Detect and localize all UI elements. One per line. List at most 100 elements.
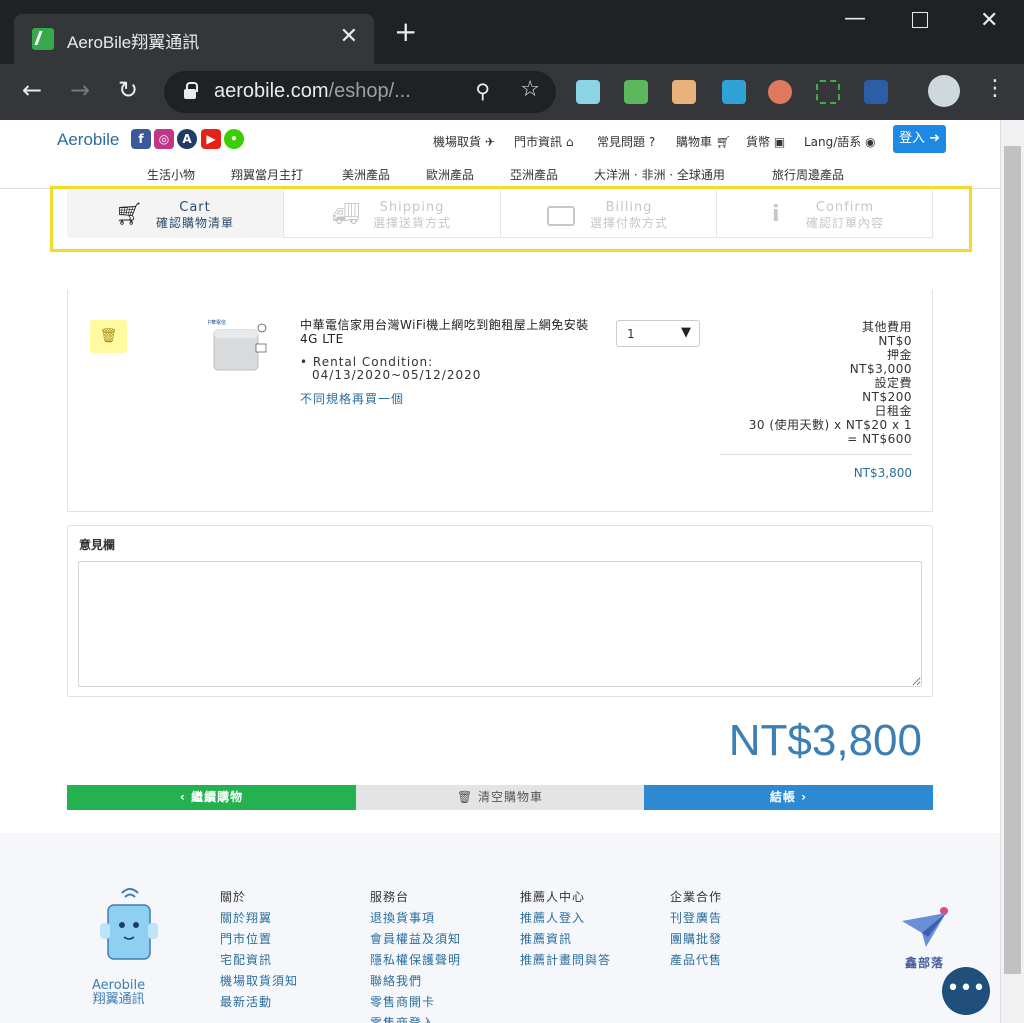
url-text[interactable]: aerobile.com/eshop/...: [214, 80, 411, 103]
nav-airport-pickup[interactable]: 機場取貨 ✈: [433, 133, 495, 150]
item-subtotal: NT$3,800: [853, 466, 912, 480]
extension-7-icon[interactable]: [864, 80, 888, 104]
browser-toolbar: ← → ↻ aerobile.com/eshop/... ⚲ ☆ ⋮: [0, 64, 1024, 120]
remove-item-button[interactable]: 🗑︎: [90, 320, 127, 353]
youtube-icon[interactable]: ▶: [201, 129, 221, 149]
footer-link[interactable]: 推薦人登入: [520, 908, 611, 929]
category-link[interactable]: 亞洲產品: [510, 166, 558, 183]
watermark-label: 鑫部落: [905, 956, 945, 970]
extension-6-icon[interactable]: [816, 80, 840, 104]
clear-cart-button[interactable]: 🗑︎ 清空購物車: [356, 785, 644, 810]
browser-menu-icon[interactable]: ⋮: [984, 78, 1006, 100]
bookmark-star-icon[interactable]: ☆: [520, 77, 540, 102]
aerobile-app-icon[interactable]: A: [177, 129, 197, 149]
address-bar[interactable]: aerobile.com/eshop/... ⚲ ☆: [164, 71, 556, 113]
instagram-icon[interactable]: ◎: [154, 129, 174, 149]
minimize-icon[interactable]: —: [844, 6, 866, 31]
footer-link[interactable]: 零售商登入: [370, 1013, 461, 1023]
category-link[interactable]: 大洋洲 · 非洲 · 全球通用: [594, 166, 725, 183]
chevron-left-icon: ‹: [179, 790, 186, 804]
zoom-icon[interactable]: ⚲: [475, 79, 490, 103]
back-icon[interactable]: ←: [22, 76, 42, 104]
extension-3-icon[interactable]: [672, 80, 696, 104]
comments-label: 意見欄: [79, 538, 116, 552]
steps-highlight-box: [50, 186, 972, 252]
home-icon: ⌂: [565, 135, 574, 149]
footer-link[interactable]: 推薦資訊: [520, 929, 611, 950]
footer-link[interactable]: 退換貨事項: [370, 908, 461, 929]
footer-link[interactable]: 產品代售: [670, 950, 722, 971]
browser-tab-bar: AeroBile翔翼通訊 ✕ + — ✕: [0, 0, 1024, 64]
scrollbar-thumb[interactable]: [1004, 146, 1021, 974]
fee-divider: [720, 454, 912, 455]
product-image: ◉ 中華電信: [208, 319, 267, 371]
footer-link[interactable]: 最新活動: [220, 992, 298, 1013]
nav-faq[interactable]: 常見問題 ?: [597, 133, 655, 150]
page-scrollbar[interactable]: [1000, 120, 1024, 1023]
cart-item-card: 🗑︎ ◉ 中華電信 中華電信家用台灣WiFi機上網吃到飽租屋上網免安裝 4G L…: [67, 290, 933, 512]
nav-cart[interactable]: 購物車 🛒︎: [676, 133, 731, 150]
footer-link[interactable]: 零售商開卡: [370, 992, 461, 1013]
profile-avatar[interactable]: [928, 75, 960, 107]
extension-2-icon[interactable]: [624, 80, 648, 104]
footer-link[interactable]: 團購批發: [670, 929, 722, 950]
reload-icon[interactable]: ↻: [118, 76, 138, 104]
footer-link[interactable]: 聯絡我們: [370, 971, 461, 992]
footer-col-business: 企業合作 刊登廣告 團購批發 產品代售: [670, 887, 722, 971]
footer-link[interactable]: 刊登廣告: [670, 908, 722, 929]
rental-condition: • Rental Condition: 04/13/2020~05/12/202…: [300, 355, 482, 382]
site-logo[interactable]: Aerobile: [57, 130, 119, 150]
nav-currency[interactable]: 貨幣 ▣: [746, 133, 785, 150]
extension-4-icon[interactable]: [722, 80, 746, 104]
aerobile-mascot-icon: [100, 888, 158, 960]
buy-another-spec-link[interactable]: 不同規格再買一個: [300, 390, 404, 407]
money-icon: ▣: [773, 135, 786, 149]
category-link[interactable]: 旅行周邊產品: [772, 166, 844, 183]
cart-small-icon: 🛒︎: [715, 135, 732, 149]
site-footer: Aerobile 翔翼通訊 關於 關於翔翼 門市位置 宅配資訊 機場取貨須知 最…: [0, 833, 1000, 1023]
category-link[interactable]: 翔翼當月主打: [231, 166, 303, 183]
order-total: NT$3,800: [728, 716, 922, 765]
window-close-icon[interactable]: ✕: [980, 8, 998, 33]
footer-col-about: 關於 關於翔翼 門市位置 宅配資訊 機場取貨須知 最新活動: [220, 887, 298, 1013]
web-page: Aerobile f ◎ A ▶ • 機場取貨 ✈ 門市資訊 ⌂ 常見問題 ? …: [0, 120, 1000, 1023]
footer-col-service: 服務台 退換貨事項 會員權益及須知 隱私權保護聲明 聯絡我們 零售商開卡 零售商…: [370, 887, 461, 1023]
maximize-icon[interactable]: [912, 12, 928, 28]
footer-link[interactable]: 門市位置: [220, 929, 298, 950]
trash-icon: 🗑︎: [456, 790, 474, 804]
footer-link[interactable]: 關於翔翼: [220, 908, 298, 929]
forward-icon[interactable]: →: [70, 76, 90, 104]
tab-close-icon[interactable]: ✕: [340, 24, 358, 49]
line-icon[interactable]: •: [224, 129, 244, 149]
continue-shopping-button[interactable]: ‹ 繼續購物: [67, 785, 356, 810]
footer-link[interactable]: 會員權益及須知: [370, 929, 461, 950]
nav-language[interactable]: Lang/語系 ◉: [804, 133, 876, 150]
browser-tab[interactable]: AeroBile翔翼通訊 ✕: [14, 14, 374, 64]
comments-panel: 意見欄: [67, 525, 933, 697]
comments-textarea[interactable]: [78, 561, 922, 687]
trash-icon: 🗑︎: [99, 328, 118, 344]
facebook-icon[interactable]: f: [131, 129, 151, 149]
extension-1-icon[interactable]: [576, 80, 600, 104]
category-link[interactable]: 生活小物: [147, 166, 195, 183]
footer-brand-label: Aerobile 翔翼通訊: [92, 978, 146, 1007]
new-tab-button[interactable]: +: [394, 18, 417, 46]
footer-link[interactable]: 推薦計畫問與答: [520, 950, 611, 971]
footer-link[interactable]: 隱私權保護聲明: [370, 950, 461, 971]
plane-icon: ✈: [484, 135, 495, 149]
nav-store-info[interactable]: 門市資訊 ⌂: [514, 133, 573, 150]
product-name[interactable]: 中華電信家用台灣WiFi機上網吃到飽租屋上網免安裝 4G LTE: [300, 318, 600, 346]
footer-link[interactable]: 宅配資訊: [220, 950, 298, 971]
tab-title: AeroBile翔翼通訊: [67, 33, 200, 52]
chevron-right-icon: ›: [801, 790, 808, 804]
login-button[interactable]: 登入 ➜: [893, 125, 946, 153]
checkout-button[interactable]: 結帳 ›: [644, 785, 933, 810]
svg-text:◉ 中華電信: ◉ 中華電信: [208, 319, 226, 326]
site-favicon-icon: [32, 28, 54, 50]
chat-bubble-button[interactable]: •••: [942, 967, 990, 1015]
footer-link[interactable]: 機場取貨須知: [220, 971, 298, 992]
category-link[interactable]: 美洲產品: [342, 166, 390, 183]
extension-5-icon[interactable]: [768, 80, 792, 104]
fee-breakdown: 其他費用 NT$0 押金 NT$3,000 設定費 NT$200 日租金 30 …: [748, 320, 912, 446]
category-link[interactable]: 歐洲產品: [426, 166, 474, 183]
